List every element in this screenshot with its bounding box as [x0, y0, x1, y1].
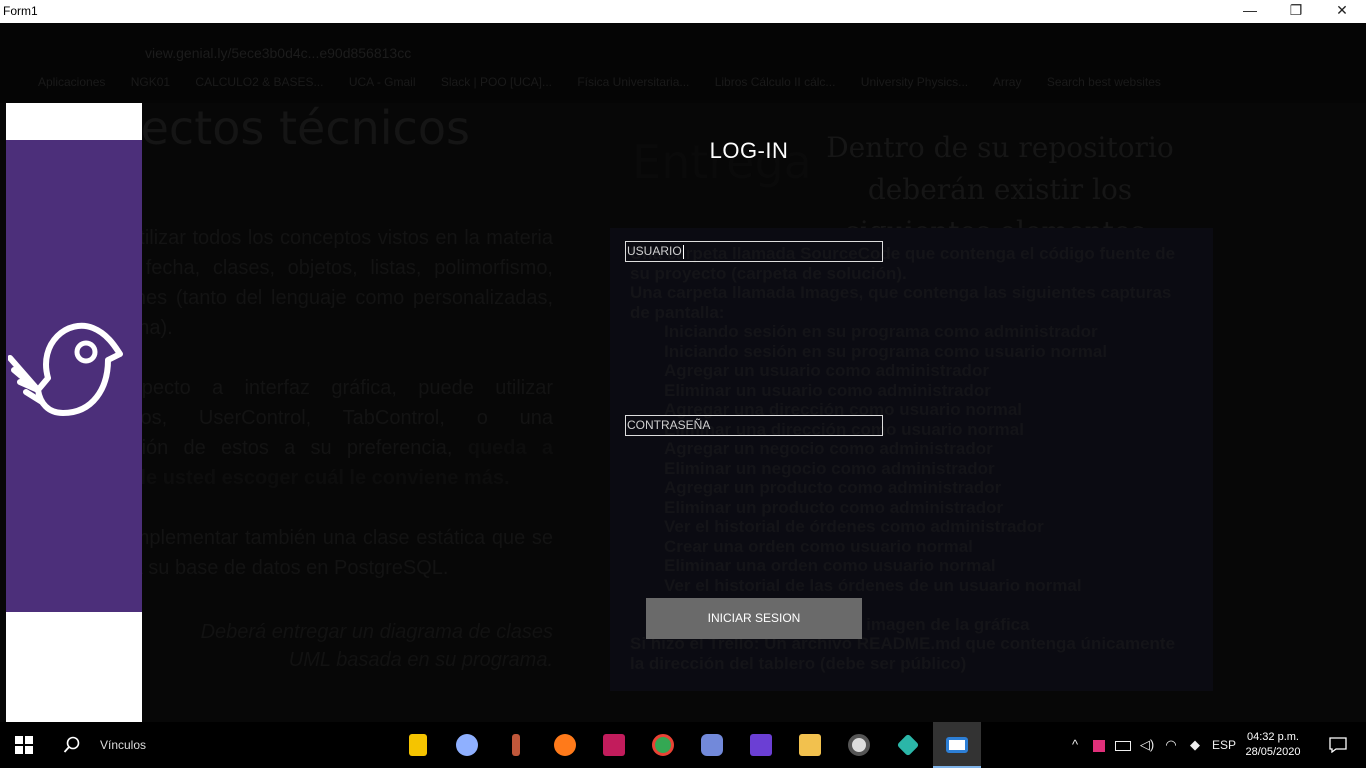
- text-caret: [682, 244, 684, 259]
- bookmark: Física Universitaria...: [577, 75, 690, 89]
- taskbar-app-browser[interactable]: [443, 722, 491, 768]
- gitkraken-icon: [896, 733, 920, 757]
- taskbar-app-form[interactable]: [933, 722, 981, 768]
- volume-icon[interactable]: ◁): [1138, 722, 1156, 768]
- taskbar-app-discord[interactable]: [688, 722, 736, 768]
- taskbar-search-label[interactable]: Vínculos: [100, 722, 146, 768]
- bookmark: Slack | POO [UCA]...: [440, 75, 552, 89]
- window-titlebar: Form1 — ❐ ✕: [0, 0, 1366, 23]
- password-label: CONTRASEÑA: [627, 418, 711, 432]
- sidebar-top-strip: [6, 103, 142, 140]
- list-item: Ver el historial de las órdenes de un us…: [664, 575, 1082, 595]
- intellij-icon: [750, 734, 772, 756]
- taskbar-app-chrome[interactable]: [639, 722, 687, 768]
- rider-icon: [603, 734, 625, 756]
- username-field[interactable]: USUARIO: [625, 241, 883, 262]
- clock-time: 04:32 p.m.: [1247, 731, 1299, 743]
- login-button[interactable]: INICIAR SESION: [646, 598, 862, 639]
- list-item: Ver el historial de órdenes como adminis…: [664, 517, 1044, 536]
- notifications-button[interactable]: [1318, 722, 1358, 768]
- taskbar-app-firefox[interactable]: [541, 722, 589, 768]
- clock-date: 28/05/2020: [1245, 746, 1301, 758]
- list-item: Eliminar una orden como usuario normal: [664, 556, 996, 575]
- bookmark: Libros Cálculo II cálc...: [714, 75, 836, 89]
- taskbar-app-intellij[interactable]: [737, 722, 785, 768]
- bookmark: CALCULO2 & BASES...: [195, 75, 324, 89]
- folder-icon: [799, 734, 821, 756]
- browser-chrome: view.genial.ly/5ece3b0d4c...e90d856813cc…: [0, 23, 1366, 103]
- bg-italic-note: Deberá entregar un diagrama de clases UM…: [200, 621, 553, 671]
- list-item: Agregar un producto como administrador: [664, 478, 1002, 497]
- bird-icon: [8, 322, 123, 416]
- list-item: Crear una orden como usuario normal: [664, 536, 973, 556]
- search-icon: [63, 736, 80, 753]
- clock[interactable]: 04:32 p.m. 28/05/2020: [1238, 730, 1308, 760]
- bookmark: NGK01: [130, 75, 171, 89]
- taskbar-search-button[interactable]: [48, 722, 96, 768]
- close-button[interactable]: ✕: [1319, 0, 1365, 23]
- taskbar-app-rider[interactable]: [590, 722, 638, 768]
- window-title: Form1: [3, 4, 38, 18]
- start-button[interactable]: [0, 722, 48, 768]
- windows-icon: [15, 736, 33, 754]
- list-item: Si hizo el Trello: Un archivo README.md …: [630, 634, 1176, 673]
- list-item: Eliminar un usuario como administrador: [664, 380, 991, 400]
- taskbar: Vínculos ^ ◁) ◠ ◆ ESP 04:32 p.m. 28/05/2…: [0, 722, 1366, 768]
- bookmark: Aplicaciones: [38, 75, 106, 89]
- form-window-icon: [946, 737, 968, 753]
- taskbar-app-paint[interactable]: [492, 722, 540, 768]
- taskbar-app-explorer[interactable]: [786, 722, 834, 768]
- discord-icon: [701, 734, 723, 756]
- taskbar-app-pinned[interactable]: [394, 722, 442, 768]
- username-label: USUARIO: [627, 244, 682, 258]
- dropbox-icon[interactable]: ◆: [1186, 722, 1204, 768]
- password-field[interactable]: CONTRASEÑA: [625, 415, 883, 436]
- chevron-up-icon[interactable]: ^: [1066, 722, 1084, 768]
- firefox-icon: [554, 734, 576, 756]
- list-item: Eliminar un negocio como administrador: [664, 458, 995, 478]
- list-item: Eliminar un producto como administrador: [664, 497, 1004, 517]
- list-item: Agregar un negocio como administrador: [664, 439, 993, 458]
- chrome-icon: [652, 734, 674, 756]
- bookmark: University Physics...: [860, 75, 969, 89]
- maximize-button[interactable]: ❐: [1273, 0, 1319, 23]
- wifi-icon[interactable]: ◠: [1162, 722, 1180, 768]
- notification-icon: [1329, 737, 1347, 753]
- list-item: Una carpeta llamada Images, que contenga…: [630, 283, 1172, 322]
- login-title: LOG-IN: [709, 138, 789, 163]
- bookmark: Array: [992, 75, 1022, 89]
- pencil-icon: [512, 734, 520, 756]
- globe-icon: [456, 734, 478, 756]
- taskbar-app-media[interactable]: [835, 722, 883, 768]
- sidebar-bottom-strip: [6, 612, 142, 722]
- language-indicator[interactable]: ESP: [1210, 722, 1238, 768]
- browser-url: view.genial.ly/5ece3b0d4c...e90d856813cc: [145, 45, 412, 61]
- taskbar-app-gitkraken[interactable]: [884, 722, 932, 768]
- bookmarks-bar: Aplicaciones NGK01 CALCULO2 & BASES... U…: [0, 75, 1366, 99]
- list-item: Iniciando sesión en su programa como adm…: [664, 322, 1098, 341]
- media-player-icon: [848, 734, 870, 756]
- battery-icon[interactable]: [1114, 722, 1132, 768]
- app-tray-icon[interactable]: [1090, 722, 1108, 768]
- bookmark: UCA - Gmail: [348, 75, 416, 89]
- bookmark: Search best websites: [1046, 75, 1161, 89]
- list-item: Iniciando sesión en su programa como usu…: [664, 341, 1108, 361]
- minimize-button[interactable]: —: [1227, 0, 1273, 23]
- app-p-icon: [409, 734, 427, 756]
- list-item: Agregar un usuario como administrador: [664, 361, 989, 380]
